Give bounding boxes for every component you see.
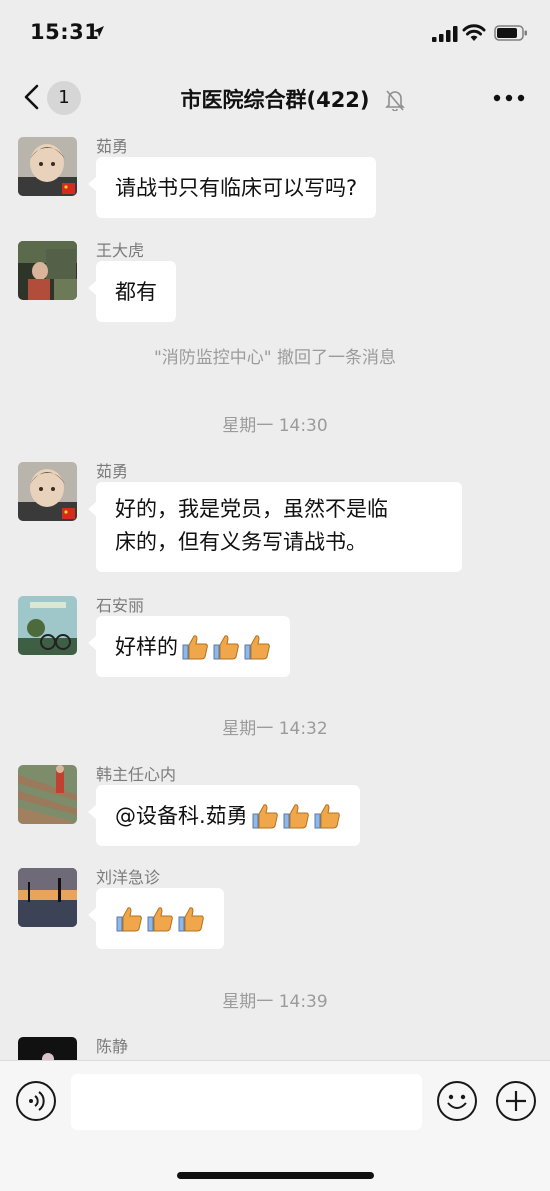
- message-input[interactable]: [71, 1074, 422, 1130]
- avatar[interactable]: [18, 1037, 77, 1060]
- muted-bell-icon: [385, 90, 405, 111]
- cellular-signal-icon: [432, 26, 458, 42]
- sender-name: 王大虎: [96, 241, 145, 260]
- location-arrow-icon: [93, 26, 104, 37]
- timestamp: 星期一 14:30: [222, 416, 328, 436]
- avatar[interactable]: [18, 868, 77, 927]
- message-text: @设备科.茹勇: [115, 803, 248, 828]
- thumbs-up-emoji-icon: [116, 906, 142, 931]
- message-row: 茹勇 好的，我是党员，虽然不是临 床的，但有义务写请战书。: [18, 458, 518, 578]
- message-bubble[interactable]: 好的，我是党员，虽然不是临 床的，但有义务写请战书。: [88, 482, 462, 572]
- thumbs-up-emoji-icon: [178, 906, 204, 931]
- timestamp: 星期一 14:32: [222, 719, 328, 739]
- more-functions-button[interactable]: [496, 1081, 536, 1121]
- avatar[interactable]: [18, 462, 77, 521]
- message-line: 床的，但有义务写请战书。: [115, 530, 367, 554]
- message-row: 石安丽 好样的: [18, 592, 518, 682]
- sender-name: 茹勇: [96, 137, 129, 156]
- message-bubble[interactable]: 请战书只有临床可以写吗?: [87, 157, 377, 218]
- message-row: 韩主任心内 @设备科.茹勇: [18, 761, 518, 851]
- avatar[interactable]: [18, 596, 77, 655]
- voice-input-button[interactable]: [16, 1081, 56, 1121]
- thumbs-up-emoji-icon: [314, 803, 340, 828]
- avatar[interactable]: [18, 241, 77, 300]
- emoji-button[interactable]: [437, 1081, 477, 1121]
- message-line: 好的，我是党员，虽然不是临: [115, 497, 388, 521]
- sender-name: 茹勇: [96, 462, 129, 481]
- status-bar: 15:31: [0, 0, 550, 64]
- sender-name: 刘洋急诊: [96, 868, 161, 887]
- smiley-face-icon: [447, 1094, 467, 1109]
- recall-notice: "消防监控中心" 撤回了一条消息: [153, 348, 397, 368]
- thumbs-up-emoji-icon: [252, 803, 278, 828]
- battery-icon: [494, 25, 527, 41]
- thumbs-up-emoji-icon: [182, 634, 208, 659]
- thumbs-up-emoji-icon: [283, 803, 309, 828]
- avatar[interactable]: [18, 137, 77, 196]
- message-bubble[interactable]: @设备科.茹勇: [88, 785, 360, 846]
- message-row: 陈静: [18, 1033, 518, 1060]
- chat-header: 1 市医院综合群(422): [0, 64, 550, 130]
- more-options-icon[interactable]: [493, 94, 525, 102]
- home-indicator[interactable]: [177, 1172, 374, 1179]
- sender-name: 陈静: [96, 1037, 129, 1056]
- group-chat-title: 市医院综合群(422): [180, 88, 370, 112]
- avatar[interactable]: [18, 765, 77, 824]
- plus-icon: [506, 1091, 526, 1111]
- thumbs-up-emoji-icon: [244, 634, 270, 659]
- timestamp: 星期一 14:39: [222, 992, 328, 1012]
- voice-icon: [29, 1091, 45, 1111]
- wifi-icon: [462, 24, 486, 41]
- message-bubble[interactable]: [88, 888, 224, 949]
- status-time: 15:31: [30, 20, 100, 44]
- sender-name: 石安丽: [96, 596, 145, 615]
- message-row: 茹勇 请战书只有临床可以写吗?: [18, 133, 518, 223]
- message-bubble[interactable]: 都有: [88, 261, 176, 322]
- thumbs-up-emoji-icon: [147, 906, 173, 931]
- message-text: 好样的: [115, 634, 178, 659]
- sender-name: 韩主任心内: [96, 765, 177, 784]
- message-row: 刘洋急诊: [18, 864, 518, 954]
- message-row: 王大虎 都有: [18, 237, 518, 327]
- thumbs-up-emoji-icon: [213, 634, 239, 659]
- message-bubble[interactable]: 好样的: [88, 616, 290, 677]
